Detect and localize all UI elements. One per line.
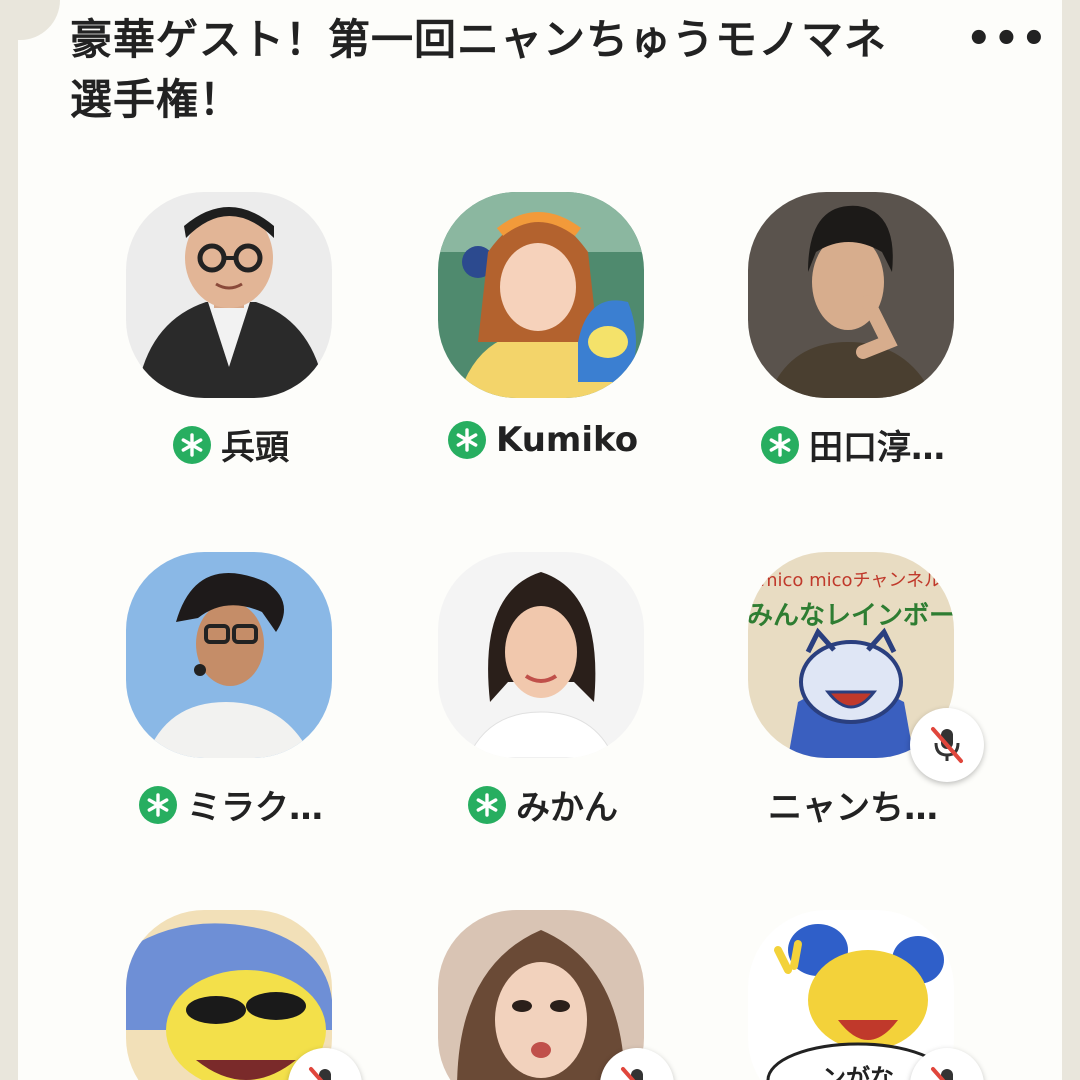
avatar-caption: ンがな bbox=[822, 1064, 894, 1080]
room-panel: 豪華ゲスト！第一回ニャンちゅうモノマネ選手権！ ••• 兵頭 Kumiko 田口… bbox=[18, 0, 1062, 1080]
avatar[interactable] bbox=[748, 192, 954, 398]
speaker-name: Kumiko bbox=[495, 420, 639, 460]
more-options-button[interactable]: ••• bbox=[966, 16, 1049, 62]
speaker-name-row: ミラク… bbox=[86, 780, 376, 829]
moderator-asterisk-icon bbox=[761, 425, 799, 464]
speaker-name: 兵頭 bbox=[221, 428, 289, 468]
moderator-asterisk-icon bbox=[173, 425, 211, 464]
speaker-name: ニャンち… bbox=[768, 788, 938, 828]
avatar-caption: みんなレインボー bbox=[748, 601, 954, 631]
speaker-name-row: 田口淳… bbox=[708, 420, 998, 469]
avatar[interactable] bbox=[126, 552, 332, 758]
room-title: 豪華ゲスト！第一回ニャンちゅうモノマネ選手権！ bbox=[70, 15, 888, 124]
speaker-name-row: 兵頭 bbox=[86, 420, 376, 469]
speaker-name: 田口淳… bbox=[809, 428, 945, 468]
moderator-asterisk-icon bbox=[139, 785, 177, 824]
speaker-name-row: Kumiko bbox=[398, 420, 688, 460]
avatar[interactable] bbox=[126, 192, 332, 398]
avatar[interactable] bbox=[438, 192, 644, 398]
avatar[interactable] bbox=[438, 552, 644, 758]
speaker-name-row: みかん bbox=[398, 780, 688, 829]
avatar[interactable]: ンがな bbox=[748, 910, 954, 1080]
speaker-name-row: ニャンち… bbox=[708, 780, 998, 829]
avatar[interactable] bbox=[126, 910, 332, 1080]
speaker-name: みかん bbox=[516, 788, 618, 828]
avatar[interactable] bbox=[438, 910, 644, 1080]
muted-microphone-off-icon bbox=[910, 708, 984, 782]
moderator-asterisk-icon bbox=[468, 785, 506, 824]
moderator-asterisk-icon bbox=[447, 421, 486, 459]
speaker-name: ミラク… bbox=[187, 788, 323, 828]
avatar-caption: mico micoチャンネル bbox=[760, 570, 942, 591]
